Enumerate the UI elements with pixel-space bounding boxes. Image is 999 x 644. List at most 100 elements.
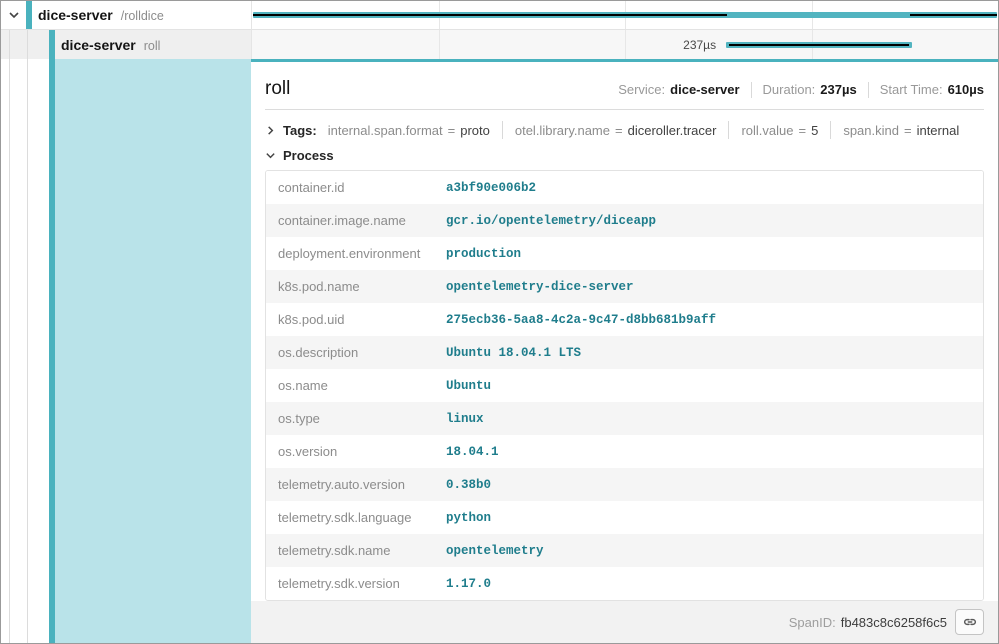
span-detail-header: roll Service: dice-server Duration: 237µ… — [265, 78, 984, 100]
tag-key: roll.value — [741, 123, 793, 138]
table-row: container.ida3bf90e006b2 — [266, 171, 983, 204]
tag-equals: = — [448, 123, 456, 138]
span-name-cell-rolldice[interactable]: dice-server /rolldice — [1, 1, 251, 29]
tree-guide-line — [9, 30, 10, 59]
stat-divider — [868, 82, 869, 98]
link-icon — [962, 614, 978, 630]
span-color-stripe — [49, 30, 55, 59]
process-value: a3bf90e006b2 — [446, 181, 536, 195]
tags-accordion-toggle[interactable]: Tags: internal.span.format = proto otel.… — [265, 121, 984, 139]
process-value: linux — [446, 412, 484, 426]
span-duration-bar[interactable] — [253, 12, 997, 18]
table-row: os.version18.04.1 — [266, 435, 983, 468]
process-value: 0.38b0 — [446, 478, 491, 492]
table-row: telemetry.auto.version0.38b0 — [266, 468, 983, 501]
span-title: roll — [265, 78, 290, 100]
tree-guide-line — [9, 59, 10, 643]
copy-span-link-button[interactable] — [955, 609, 984, 635]
process-value: opentelemetry-dice-server — [446, 280, 634, 294]
selected-span-highlight — [55, 59, 251, 643]
span-timeline-rolldice — [251, 1, 998, 29]
process-key: telemetry.auto.version — [266, 477, 446, 492]
tag-equals: = — [904, 123, 912, 138]
tags-section-label: Tags: — [283, 123, 317, 138]
span-overview-stats: Service: dice-server Duration: 237µs Sta… — [618, 82, 984, 98]
span-detail-panel: roll Service: dice-server Duration: 237µ… — [251, 59, 998, 643]
span-color-stripe — [26, 1, 32, 29]
span-name-cell-roll[interactable]: dice-server roll — [1, 29, 251, 59]
tag-divider — [728, 121, 729, 139]
service-value: dice-server — [670, 82, 739, 97]
process-value: 18.04.1 — [446, 445, 499, 459]
process-key: os.version — [266, 444, 446, 459]
critical-path-segment — [910, 14, 997, 16]
process-key: telemetry.sdk.version — [266, 576, 446, 591]
span-detail-gutter — [1, 59, 251, 643]
table-row: telemetry.sdk.languagepython — [266, 501, 983, 534]
process-key: os.type — [266, 411, 446, 426]
tag-divider — [830, 121, 831, 139]
process-key: container.id — [266, 180, 446, 195]
table-row: telemetry.sdk.nameopentelemetry — [266, 534, 983, 567]
tag-key: internal.span.format — [328, 123, 443, 138]
timeline-gridline — [439, 30, 440, 59]
span-service-name: dice-server — [38, 7, 113, 23]
critical-path-segment — [729, 44, 909, 46]
table-row: deployment.environmentproduction — [266, 237, 983, 270]
span-row-rolldice[interactable]: dice-server /rolldice — [1, 1, 998, 29]
start-time-value: 610µs — [948, 82, 984, 97]
stat-divider — [751, 82, 752, 98]
span-row-roll[interactable]: dice-server roll 237µs — [1, 29, 998, 59]
process-key-value-table: container.ida3bf90e006b2 container.image… — [265, 170, 984, 601]
table-row: os.nameUbuntu — [266, 369, 983, 402]
duration-value: 237µs — [820, 82, 856, 97]
chevron-right-icon — [265, 125, 276, 136]
span-service-name: dice-server — [61, 37, 136, 53]
process-value: Ubuntu 18.04.1 LTS — [446, 346, 581, 360]
span-operation-name: /rolldice — [121, 9, 164, 23]
process-value: opentelemetry — [446, 544, 544, 558]
span-duration-bar[interactable] — [726, 42, 912, 48]
tree-guide-line — [27, 30, 28, 59]
critical-path-segment — [253, 14, 727, 16]
span-operation-name: roll — [144, 39, 161, 53]
header-divider — [265, 109, 984, 110]
tag-equals: = — [615, 123, 623, 138]
table-row: os.descriptionUbuntu 18.04.1 LTS — [266, 336, 983, 369]
table-row: k8s.pod.nameopentelemetry-dice-server — [266, 270, 983, 303]
process-value: Ubuntu — [446, 379, 491, 393]
spanid-value: fb483c8c6258f6c5 — [841, 615, 947, 630]
tag-divider — [502, 121, 503, 139]
process-key: telemetry.sdk.language — [266, 510, 446, 525]
process-key: container.image.name — [266, 213, 446, 228]
process-key: k8s.pod.name — [266, 279, 446, 294]
start-time-label: Start Time: — [880, 82, 943, 97]
table-row: container.image.namegcr.io/opentelemetry… — [266, 204, 983, 237]
tag-equals: = — [799, 123, 807, 138]
process-accordion-toggle[interactable]: Process — [265, 148, 984, 163]
process-key: os.name — [266, 378, 446, 393]
table-row: k8s.pod.uid275ecb36-5aa8-4c2a-9c47-d8bb6… — [266, 303, 983, 336]
process-value: python — [446, 511, 491, 525]
span-duration-label: 237µs — [683, 38, 716, 52]
chevron-down-icon — [265, 150, 276, 161]
process-key: deployment.environment — [266, 246, 446, 261]
service-label: Service: — [618, 82, 665, 97]
table-row: telemetry.sdk.version1.17.0 — [266, 567, 983, 600]
tag-value: 5 — [811, 123, 818, 138]
span-timeline-roll: 237µs — [251, 29, 998, 59]
spanid-label: SpanID: — [789, 615, 836, 630]
tag-key: span.kind — [843, 123, 899, 138]
duration-label: Duration: — [763, 82, 816, 97]
process-value: production — [446, 247, 521, 261]
tree-guide-line — [27, 59, 28, 643]
process-key: k8s.pod.uid — [266, 312, 446, 327]
chevron-down-icon[interactable] — [8, 9, 20, 21]
tag-key: otel.library.name — [515, 123, 610, 138]
table-row: os.typelinux — [266, 402, 983, 435]
tag-value: proto — [460, 123, 490, 138]
process-value: 275ecb36-5aa8-4c2a-9c47-d8bb681b9aff — [446, 313, 716, 327]
process-section-label: Process — [283, 148, 334, 163]
process-value: gcr.io/opentelemetry/diceapp — [446, 214, 656, 228]
tag-value: diceroller.tracer — [628, 123, 717, 138]
